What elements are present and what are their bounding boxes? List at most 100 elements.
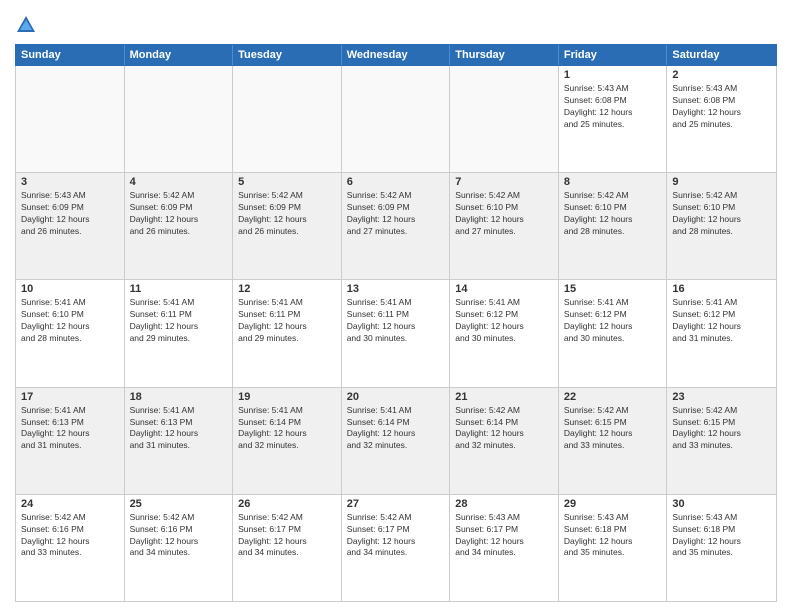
cal-cell: 21 Sunrise: 5:42 AM Sunset: 6:14 PM Dayli…: [450, 388, 559, 494]
day-number: 26: [238, 498, 336, 510]
cal-cell: 18 Sunrise: 5:41 AM Sunset: 6:13 PM Dayli…: [125, 388, 234, 494]
cell-info: Sunrise: 5:41 AM Sunset: 6:10 PM Dayligh…: [21, 297, 119, 345]
cal-cell: 19Sunrise: 5:41 AM Sunset: 6:14 PM Dayli…: [233, 388, 342, 494]
cell-info: Sunrise: 5:43 AM Sunset: 6:09 PM Dayligh…: [21, 190, 119, 238]
cal-cell: 1 Sunrise: 5:43 AM Sunset: 6:08 PM Daylig…: [559, 66, 668, 172]
cell-info: Sunrise: 5:43 AM Sunset: 6:08 PM Dayligh…: [672, 83, 771, 131]
day-number: 12: [238, 283, 336, 295]
cell-info: Sunrise: 5:42 AM Sunset: 6:10 PM Dayligh…: [564, 190, 662, 238]
cell-info: Sunrise: 5:41 AM Sunset: 6:12 PM Dayligh…: [564, 297, 662, 345]
cal-cell: [233, 66, 342, 172]
day-number: 2: [672, 69, 771, 81]
cal-cell: [125, 66, 234, 172]
cell-info: Sunrise: 5:41 AM Sunset: 6:11 PM Dayligh…: [347, 297, 445, 345]
day-number: 22: [564, 391, 662, 403]
header-day-monday: Monday: [125, 45, 234, 65]
cell-info: Sunrise: 5:43 AM Sunset: 6:18 PM Dayligh…: [564, 512, 662, 560]
cell-info: Sunrise: 5:43 AM Sunset: 6:08 PM Dayligh…: [564, 83, 662, 131]
day-number: 25: [130, 498, 228, 510]
cal-cell: 27Sunrise: 5:42 AM Sunset: 6:17 PM Dayli…: [342, 495, 451, 601]
day-number: 30: [672, 498, 771, 510]
cal-cell: 15 Sunrise: 5:41 AM Sunset: 6:12 PM Dayli…: [559, 280, 668, 386]
day-number: 20: [347, 391, 445, 403]
page: SundayMondayTuesdayWednesdayThursdayFrid…: [0, 0, 792, 612]
cal-cell: 30Sunrise: 5:43 AM Sunset: 6:18 PM Dayli…: [667, 495, 776, 601]
day-number: 21: [455, 391, 553, 403]
cell-info: Sunrise: 5:41 AM Sunset: 6:13 PM Dayligh…: [21, 405, 119, 453]
cell-info: Sunrise: 5:42 AM Sunset: 6:10 PM Dayligh…: [455, 190, 553, 238]
cal-cell: 26 Sunrise: 5:42 AM Sunset: 6:17 PM Dayli…: [233, 495, 342, 601]
day-number: 17: [21, 391, 119, 403]
day-number: 4: [130, 176, 228, 188]
cal-cell: 24 Sunrise: 5:42 AM Sunset: 6:16 PM Dayli…: [16, 495, 125, 601]
header-day-tuesday: Tuesday: [233, 45, 342, 65]
day-number: 10: [21, 283, 119, 295]
day-number: 27: [347, 498, 445, 510]
cal-cell: 9 Sunrise: 5:42 AM Sunset: 6:10 PM Daylig…: [667, 173, 776, 279]
cell-info: Sunrise: 5:42 AM Sunset: 6:10 PM Dayligh…: [672, 190, 771, 238]
cell-info: Sunrise: 5:42 AM Sunset: 6:14 PM Dayligh…: [455, 405, 553, 453]
cell-info: Sunrise: 5:41 AM Sunset: 6:13 PM Dayligh…: [130, 405, 228, 453]
week-row-4: 24 Sunrise: 5:42 AM Sunset: 6:16 PM Dayli…: [16, 495, 776, 601]
day-number: 15: [564, 283, 662, 295]
header-day-wednesday: Wednesday: [342, 45, 451, 65]
cal-cell: 3 Sunrise: 5:43 AM Sunset: 6:09 PM Daylig…: [16, 173, 125, 279]
cell-info: Sunrise: 5:42 AM Sunset: 6:16 PM Dayligh…: [130, 512, 228, 560]
cal-cell: 28 Sunrise: 5:43 AM Sunset: 6:17 PM Dayli…: [450, 495, 559, 601]
day-number: 14: [455, 283, 553, 295]
day-number: 8: [564, 176, 662, 188]
cal-cell: 10 Sunrise: 5:41 AM Sunset: 6:10 PM Dayli…: [16, 280, 125, 386]
calendar-header: SundayMondayTuesdayWednesdayThursdayFrid…: [15, 44, 777, 66]
cal-cell: [16, 66, 125, 172]
week-row-2: 10 Sunrise: 5:41 AM Sunset: 6:10 PM Dayli…: [16, 280, 776, 387]
week-row-1: 3 Sunrise: 5:43 AM Sunset: 6:09 PM Daylig…: [16, 173, 776, 280]
day-number: 13: [347, 283, 445, 295]
header-day-thursday: Thursday: [450, 45, 559, 65]
day-number: 24: [21, 498, 119, 510]
cal-cell: 11 Sunrise: 5:41 AM Sunset: 6:11 PM Dayli…: [125, 280, 234, 386]
header-day-sunday: Sunday: [16, 45, 125, 65]
cal-cell: 23 Sunrise: 5:42 AM Sunset: 6:15 PM Dayli…: [667, 388, 776, 494]
header-day-saturday: Saturday: [667, 45, 776, 65]
cell-info: Sunrise: 5:41 AM Sunset: 6:14 PM Dayligh…: [347, 405, 445, 453]
day-number: 5: [238, 176, 336, 188]
header-day-friday: Friday: [559, 45, 668, 65]
cal-cell: 7 Sunrise: 5:42 AM Sunset: 6:10 PM Daylig…: [450, 173, 559, 279]
cal-cell: 25 Sunrise: 5:42 AM Sunset: 6:16 PM Dayli…: [125, 495, 234, 601]
cell-info: Sunrise: 5:43 AM Sunset: 6:17 PM Dayligh…: [455, 512, 553, 560]
calendar-body: 1 Sunrise: 5:43 AM Sunset: 6:08 PM Daylig…: [15, 66, 777, 602]
cal-cell: [450, 66, 559, 172]
cell-info: Sunrise: 5:41 AM Sunset: 6:11 PM Dayligh…: [130, 297, 228, 345]
cal-cell: 8 Sunrise: 5:42 AM Sunset: 6:10 PM Daylig…: [559, 173, 668, 279]
cal-cell: 2 Sunrise: 5:43 AM Sunset: 6:08 PM Daylig…: [667, 66, 776, 172]
cell-info: Sunrise: 5:42 AM Sunset: 6:09 PM Dayligh…: [238, 190, 336, 238]
day-number: 29: [564, 498, 662, 510]
header: [15, 10, 777, 36]
cal-cell: 14 Sunrise: 5:41 AM Sunset: 6:12 PM Dayli…: [450, 280, 559, 386]
cell-info: Sunrise: 5:41 AM Sunset: 6:12 PM Dayligh…: [455, 297, 553, 345]
day-number: 3: [21, 176, 119, 188]
day-number: 7: [455, 176, 553, 188]
cell-info: Sunrise: 5:41 AM Sunset: 6:14 PM Dayligh…: [238, 405, 336, 453]
calendar: SundayMondayTuesdayWednesdayThursdayFrid…: [15, 44, 777, 602]
cell-info: Sunrise: 5:42 AM Sunset: 6:15 PM Dayligh…: [672, 405, 771, 453]
cell-info: Sunrise: 5:42 AM Sunset: 6:09 PM Dayligh…: [347, 190, 445, 238]
day-number: 28: [455, 498, 553, 510]
day-number: 9: [672, 176, 771, 188]
logo: [15, 14, 41, 36]
cell-info: Sunrise: 5:42 AM Sunset: 6:16 PM Dayligh…: [21, 512, 119, 560]
cell-info: Sunrise: 5:41 AM Sunset: 6:12 PM Dayligh…: [672, 297, 771, 345]
day-number: 11: [130, 283, 228, 295]
cal-cell: 5 Sunrise: 5:42 AM Sunset: 6:09 PM Daylig…: [233, 173, 342, 279]
day-number: 23: [672, 391, 771, 403]
week-row-0: 1 Sunrise: 5:43 AM Sunset: 6:08 PM Daylig…: [16, 66, 776, 173]
day-number: 18: [130, 391, 228, 403]
cal-cell: [342, 66, 451, 172]
cal-cell: 6 Sunrise: 5:42 AM Sunset: 6:09 PM Daylig…: [342, 173, 451, 279]
cal-cell: 4Sunrise: 5:42 AM Sunset: 6:09 PM Daylig…: [125, 173, 234, 279]
logo-icon: [15, 14, 37, 36]
day-number: 1: [564, 69, 662, 81]
cal-cell: 22Sunrise: 5:42 AM Sunset: 6:15 PM Dayli…: [559, 388, 668, 494]
cell-info: Sunrise: 5:42 AM Sunset: 6:17 PM Dayligh…: [238, 512, 336, 560]
day-number: 6: [347, 176, 445, 188]
